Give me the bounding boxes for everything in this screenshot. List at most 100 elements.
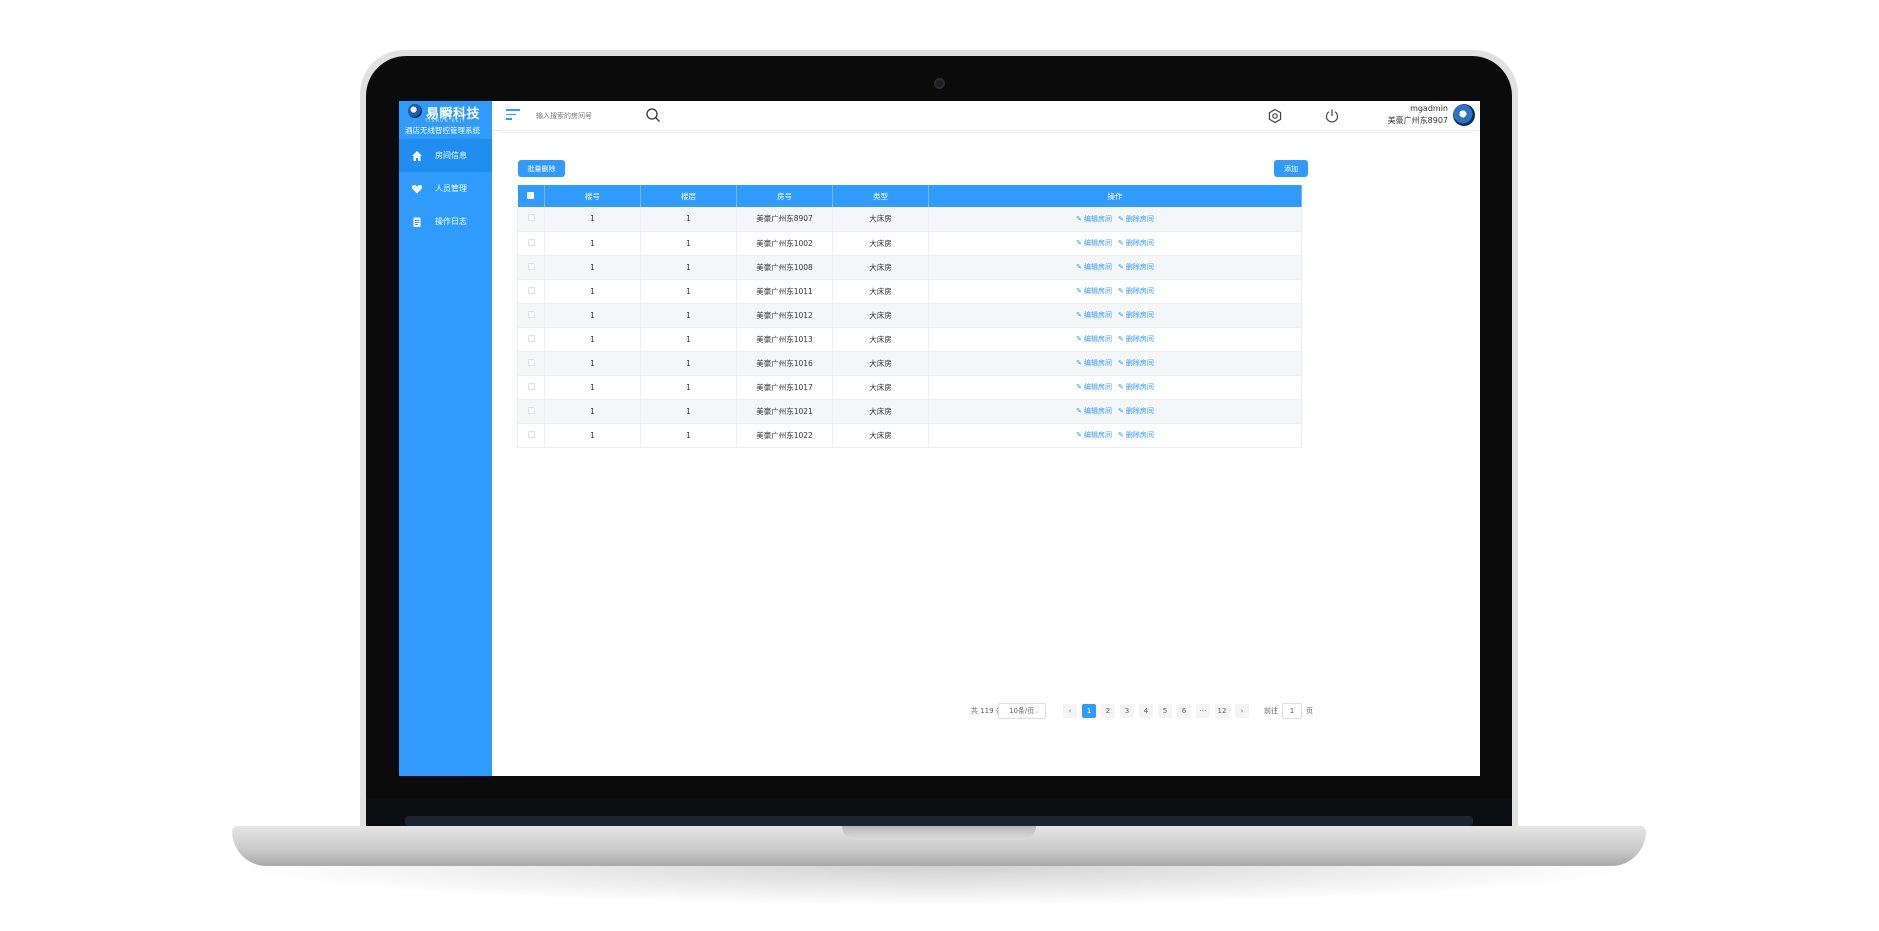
page-button[interactable]: 5 xyxy=(1158,704,1172,718)
row-checkbox[interactable] xyxy=(517,303,545,328)
search-input[interactable] xyxy=(536,109,626,123)
chevron-down-icon: ⌄ xyxy=(1034,707,1040,715)
power-icon[interactable] xyxy=(1324,108,1340,124)
row-checkbox[interactable] xyxy=(517,351,545,376)
delete-room-link[interactable]: ✎ 删除房间 xyxy=(1118,431,1154,439)
delete-room-link[interactable]: ✎ 删除房间 xyxy=(1118,359,1154,367)
room-table: 楼号 楼层 房号 类型 操作 1 1 美豪广州东8907 大床房 ✎ 编辑房间 ✎ 删除房间 1… xyxy=(517,185,1302,448)
row-checkbox[interactable] xyxy=(517,231,545,256)
menu-toggle-icon[interactable] xyxy=(506,109,520,121)
delete-room-link[interactable]: ✎ 删除房间 xyxy=(1118,407,1154,415)
delete-room-label: 删除房间 xyxy=(1125,383,1154,391)
sidebar-item-staff[interactable]: 人员管理 xyxy=(399,172,492,205)
edit-room-label: 编辑房间 xyxy=(1084,359,1112,367)
cell-type: 大床房 xyxy=(832,207,929,232)
edit-icon: ✎ xyxy=(1118,239,1124,247)
prev-page-button[interactable]: ‹ xyxy=(1063,704,1077,718)
edit-icon: ✎ xyxy=(1076,335,1082,343)
laptop-base-notch xyxy=(842,826,1036,840)
cell-room: 美豪广州东1016 xyxy=(736,351,833,376)
edit-room-label: 编辑房间 xyxy=(1084,383,1112,391)
delete-room-label: 删除房间 xyxy=(1125,239,1154,247)
edit-icon: ✎ xyxy=(1076,239,1082,247)
delete-room-label: 删除房间 xyxy=(1125,359,1154,367)
table-row: 1 1 美豪广州东1016 大床房 ✎ 编辑房间 ✎ 删除房间 xyxy=(517,351,1302,376)
edit-room-link[interactable]: ✎ 编辑房间 xyxy=(1076,431,1112,439)
settings-icon[interactable] xyxy=(1267,108,1283,124)
add-button[interactable]: 添加 xyxy=(1274,160,1308,177)
edit-room-label: 编辑房间 xyxy=(1084,287,1112,295)
search-icon[interactable] xyxy=(645,107,661,123)
delete-room-link[interactable]: ✎ 删除房间 xyxy=(1118,383,1154,391)
delete-room-link[interactable]: ✎ 删除房间 xyxy=(1118,239,1154,247)
row-checkbox[interactable] xyxy=(517,399,545,424)
cell-room: 美豪广州东1017 xyxy=(736,375,833,400)
user-hotel: 美豪广州东8907 xyxy=(1387,116,1448,125)
edit-icon: ✎ xyxy=(1076,311,1082,319)
row-checkbox[interactable] xyxy=(517,207,545,232)
edit-room-link[interactable]: ✎ 编辑房间 xyxy=(1076,263,1112,271)
batch-delete-button[interactable]: 批量删除 xyxy=(518,160,565,177)
page-button[interactable]: 12 xyxy=(1215,704,1229,718)
row-checkbox[interactable] xyxy=(517,255,545,280)
edit-room-link[interactable]: ✎ 编辑房间 xyxy=(1076,215,1112,223)
cell-actions: ✎ 编辑房间 ✎ 删除房间 xyxy=(928,351,1302,376)
cell-floor: 1 xyxy=(640,399,737,424)
laptop-hinge xyxy=(405,816,1473,826)
sidebar-item-label: 操作日志 xyxy=(435,217,467,226)
edit-icon: ✎ xyxy=(1076,214,1082,223)
edit-room-link[interactable]: ✎ 编辑房间 xyxy=(1076,287,1112,295)
cell-building: 1 xyxy=(544,207,641,232)
row-checkbox[interactable] xyxy=(517,423,545,448)
select-all-checkbox[interactable] xyxy=(517,185,545,207)
edit-room-link[interactable]: ✎ 编辑房间 xyxy=(1076,359,1112,367)
cell-room: 美豪广州东1021 xyxy=(736,399,833,424)
cell-actions: ✎ 编辑房间 ✎ 删除房间 xyxy=(928,255,1302,280)
goto-page-input[interactable]: 1 xyxy=(1282,703,1302,719)
edit-room-link[interactable]: ✎ 编辑房间 xyxy=(1076,239,1112,247)
sidebar-item-room-info[interactable]: 房间信息 xyxy=(399,139,492,172)
page-button[interactable]: 4 xyxy=(1139,704,1153,718)
edit-icon: ✎ xyxy=(1076,383,1082,391)
page-button[interactable]: 6 xyxy=(1177,704,1191,718)
column-header-room: 房号 xyxy=(736,185,833,207)
row-checkbox[interactable] xyxy=(517,279,545,304)
goto-unit: 页 xyxy=(1306,707,1313,715)
page-button[interactable]: 2 xyxy=(1101,704,1115,718)
page-size-select[interactable]: 10条/页 ⌄ xyxy=(998,703,1046,719)
delete-room-link[interactable]: ✎ 删除房间 xyxy=(1118,311,1154,319)
delete-room-link[interactable]: ✎ 删除房间 xyxy=(1118,263,1154,271)
delete-room-link[interactable]: ✎ 删除房间 xyxy=(1118,287,1154,295)
edit-room-link[interactable]: ✎ 编辑房间 xyxy=(1076,311,1112,319)
cell-actions: ✎ 编辑房间 ✎ 删除房间 xyxy=(928,303,1302,328)
table-row: 1 1 美豪广州东1011 大床房 ✎ 编辑房间 ✎ 删除房间 xyxy=(517,279,1302,304)
edit-room-link[interactable]: ✎ 编辑房间 xyxy=(1076,383,1112,391)
column-header-type: 类型 xyxy=(832,185,929,207)
avatar[interactable] xyxy=(1453,104,1475,126)
page-size-value: 10条/页 xyxy=(1009,707,1035,715)
delete-room-label: 删除房间 xyxy=(1125,263,1154,271)
sidebar-item-logs[interactable]: 操作日志 xyxy=(399,205,492,238)
row-checkbox[interactable] xyxy=(517,327,545,352)
page-button[interactable]: 1 xyxy=(1082,704,1096,718)
delete-room-link[interactable]: ✎ 删除房间 xyxy=(1118,215,1154,223)
cell-type: 大床房 xyxy=(832,423,929,448)
delete-room-label: 删除房间 xyxy=(1125,214,1154,223)
edit-icon: ✎ xyxy=(1118,359,1124,367)
cell-actions: ✎ 编辑房间 ✎ 删除房间 xyxy=(928,399,1302,424)
edit-room-link[interactable]: ✎ 编辑房间 xyxy=(1076,335,1112,343)
edit-room-link[interactable]: ✎ 编辑房间 xyxy=(1076,407,1112,415)
delete-room-link[interactable]: ✎ 删除房间 xyxy=(1118,335,1154,343)
next-page-button[interactable]: › xyxy=(1235,704,1249,718)
cell-building: 1 xyxy=(544,375,641,400)
page-button[interactable]: 3 xyxy=(1120,704,1134,718)
camera-icon xyxy=(934,78,945,89)
cell-building: 1 xyxy=(544,279,641,304)
row-checkbox[interactable] xyxy=(517,375,545,400)
delete-room-label: 删除房间 xyxy=(1125,311,1154,319)
edit-room-label: 编辑房间 xyxy=(1084,239,1112,247)
table-row: 1 1 美豪广州东1022 大床房 ✎ 编辑房间 ✎ 删除房间 xyxy=(517,423,1302,448)
page-button[interactable]: ··· xyxy=(1196,704,1210,718)
cell-building: 1 xyxy=(544,327,641,352)
cell-room: 美豪广州东1013 xyxy=(736,327,833,352)
